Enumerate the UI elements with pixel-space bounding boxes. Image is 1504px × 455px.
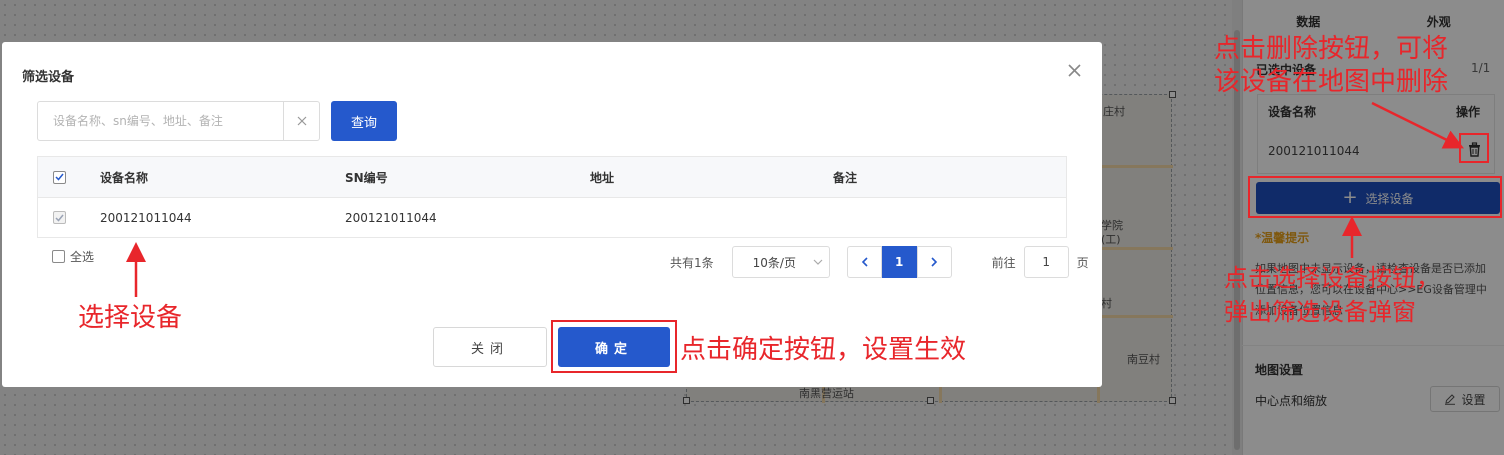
search-input[interactable] (38, 102, 283, 140)
search-box (37, 101, 320, 141)
pagination-total: 共有1条 (670, 255, 714, 270)
annotation-choose-line1: 点击选择设备按钮， (1224, 264, 1440, 292)
header-checkbox[interactable] (53, 170, 66, 184)
column-header-address: 地址 (590, 170, 615, 185)
device-table: 设备名称 SN编号 地址 备注 200121011044 20012101104… (37, 156, 1067, 238)
annotation-box-confirm (551, 320, 677, 373)
goto-page: 前往 页 (992, 246, 1089, 278)
annotation-box-choose (1248, 176, 1502, 218)
column-header-device-name: 设备名称 (100, 170, 149, 185)
column-header-sn: SN编号 (345, 170, 388, 185)
clear-icon (297, 116, 306, 126)
goto-suffix: 页 (1076, 255, 1089, 270)
annotation-select: 选择设备 (78, 303, 183, 333)
table-header-row: 设备名称 SN编号 地址 备注 (37, 156, 1067, 198)
chevron-left-icon (861, 257, 868, 267)
page-size-value: 10条/页 (752, 255, 796, 270)
select-all[interactable]: 全选 (52, 248, 94, 265)
chevron-right-icon (931, 257, 937, 267)
row-checkbox-cell (53, 198, 66, 237)
pagination: 共有1条 10条/页 1 前往 页 (670, 246, 1089, 278)
table-row[interactable]: 200121011044 200121011044 (37, 198, 1067, 238)
check-icon (55, 173, 64, 181)
page-size-select[interactable]: 10条/页 (731, 246, 830, 278)
page-number-current[interactable]: 1 (881, 246, 917, 278)
goto-prefix: 前往 (991, 255, 1016, 270)
annotation-delete-line1: 点击删除按钮，可将 (1214, 34, 1449, 64)
next-page-button[interactable] (916, 246, 952, 278)
modal-close-button[interactable] (1064, 60, 1084, 80)
prev-page-button[interactable] (846, 246, 882, 278)
check-icon (55, 214, 64, 222)
cell-device-name: 200121011044 (100, 210, 192, 225)
annotation-delete-line2: 该设备在地图中删除 (1214, 67, 1449, 97)
column-header-note: 备注 (833, 170, 858, 185)
cell-sn: 200121011044 (345, 210, 437, 225)
header-checkbox-cell (53, 157, 66, 197)
search-clear-button[interactable] (283, 102, 319, 140)
modal-title: 筛选设备 (22, 70, 75, 85)
close-icon (1067, 63, 1081, 77)
close-button[interactable]: 关闭 (433, 327, 547, 367)
row-checkbox[interactable] (53, 211, 66, 224)
query-button[interactable]: 查询 (331, 101, 397, 141)
select-all-checkbox[interactable] (52, 250, 65, 263)
goto-page-input[interactable] (1023, 246, 1069, 278)
annotation-confirm: 点击确定按钮，设置生效 (680, 335, 967, 365)
annotation-choose-line2: 弹出筛选设备弹窗 (1224, 298, 1416, 326)
select-all-label: 全选 (70, 250, 95, 264)
chevron-down-icon (813, 259, 823, 265)
annotation-box-delete (1459, 133, 1489, 163)
